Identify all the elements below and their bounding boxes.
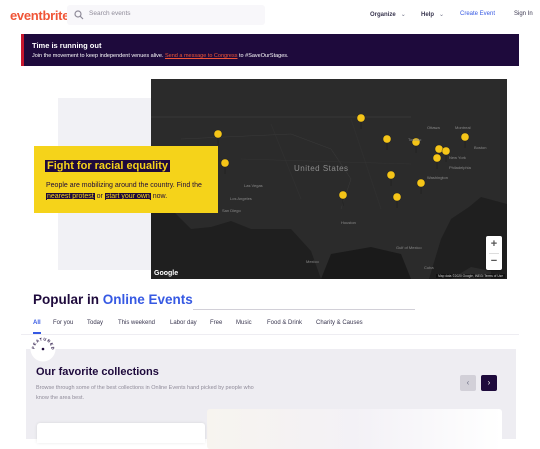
location-selector[interactable]: Online Events (103, 292, 193, 307)
map-pin (432, 153, 442, 170)
popular-heading: Popular in Online Events (33, 292, 193, 307)
map-pin (213, 129, 223, 146)
help-label: Help (421, 12, 435, 18)
map-attribution[interactable]: Map data ©2020 Google, INEGI Terms of Us… (436, 274, 505, 278)
chevron-down-icon: ⌄ (400, 12, 406, 18)
tabs-divider (21, 334, 519, 335)
map-label-los-angeles: Los Angeles (230, 196, 252, 201)
map-label-san-diego: San Diego (222, 208, 241, 213)
map-pin (460, 132, 470, 149)
map-label-country: United States (294, 164, 349, 173)
start-your-own-link[interactable]: start your own (104, 193, 151, 200)
map-label-washington: Washington (427, 175, 448, 180)
nearest-protest-link[interactable]: nearest protest (46, 193, 95, 200)
map-label-ottawa: Ottawa (427, 125, 440, 130)
zoom-out-button[interactable]: − (486, 253, 502, 270)
map-label-las-vegas: Las Vegas (244, 183, 263, 188)
hero-body-or: or (96, 193, 103, 200)
map-zoom-control: + − (486, 236, 502, 270)
search-input[interactable]: Search events (89, 10, 131, 17)
tab-today[interactable]: Today (87, 320, 103, 326)
create-event-link[interactable]: Create Event (460, 11, 495, 17)
google-logo: Google (154, 270, 179, 277)
tab-music[interactable]: Music (236, 320, 252, 326)
racial-equality-card: Fight for racial equality People are mob… (34, 146, 218, 213)
organize-label: Organize (370, 12, 396, 18)
map-pin (382, 134, 392, 151)
tab-for-you[interactable]: For you (53, 320, 73, 326)
map-label-montreal: Montreal (455, 125, 471, 130)
collection-card[interactable] (37, 423, 205, 443)
banner-message-suffix: to #SaveOurStages. (239, 53, 289, 59)
carousel-prev-button[interactable]: ‹ (460, 375, 476, 391)
collection-card-preview[interactable] (207, 409, 502, 449)
sign-in-link[interactable]: Sign In (514, 11, 533, 17)
location-underline (193, 309, 415, 310)
tab-free[interactable]: Free (210, 320, 222, 326)
map-label-philadelphia: Philadelphia (449, 165, 471, 170)
search-icon (74, 10, 84, 20)
search-box[interactable]: Search events (67, 5, 265, 25)
organize-menu[interactable]: Organize ⌄ (370, 11, 406, 18)
map-label-gulf: Gulf of Mexico (396, 245, 422, 250)
map-label-toronto: Toronto (408, 137, 422, 142)
hero-body: People are mobilizing around the country… (46, 180, 216, 202)
carousel-next-button[interactable]: › (481, 375, 497, 391)
chevron-down-icon: ⌄ (439, 12, 445, 18)
map-label-houston: Houston (341, 220, 356, 225)
map-label-new-york: New York (449, 155, 466, 160)
map-pin (338, 190, 348, 207)
map-pin (386, 170, 396, 187)
hero-body-suffix: now. (152, 193, 168, 200)
tab-this-weekend[interactable]: This weekend (118, 320, 155, 326)
hero-body-prefix: People are mobilizing around the country… (46, 182, 202, 189)
tab-food-drink[interactable]: Food & Drink (267, 320, 302, 326)
hero-headline: Fight for racial equality (45, 160, 171, 172)
save-our-stages-banner: Time is running out Join the movement to… (21, 34, 519, 66)
map-pin (416, 178, 426, 195)
eventbrite-logo[interactable]: eventbrite (10, 8, 69, 23)
map-label-mexico: Mexico (306, 259, 319, 264)
map-label-cuba: Cuba (424, 265, 434, 270)
map-pin (356, 113, 366, 130)
featured-badge: FEATURED (30, 336, 56, 362)
tab-charity-causes[interactable]: Charity & Causes (316, 320, 363, 326)
banner-title: Time is running out (32, 41, 102, 50)
zoom-divider (489, 253, 499, 254)
collections-title: Our favorite collections (36, 366, 159, 378)
map-pin (220, 158, 230, 175)
help-menu[interactable]: Help ⌄ (421, 11, 444, 18)
send-message-link[interactable]: Send a message to Congress (165, 53, 237, 59)
tab-labor-day[interactable]: Labor day (170, 320, 197, 326)
map-label-boston: Boston (474, 145, 487, 150)
map-pin (392, 192, 402, 209)
top-nav-bar: eventbrite Search events Organize ⌄ Help ⌄… (0, 0, 540, 30)
banner-message-prefix: Join the movement to keep independent ve… (32, 53, 164, 59)
popular-title-prefix: Popular in (33, 292, 100, 307)
banner-message: Join the movement to keep independent ve… (32, 53, 289, 59)
zoom-in-button[interactable]: + (486, 236, 502, 253)
collections-description: Browse through some of the best collecti… (36, 385, 254, 401)
tab-all[interactable]: All (33, 320, 41, 326)
collections-section: Our favorite collections Browse through … (26, 349, 516, 449)
